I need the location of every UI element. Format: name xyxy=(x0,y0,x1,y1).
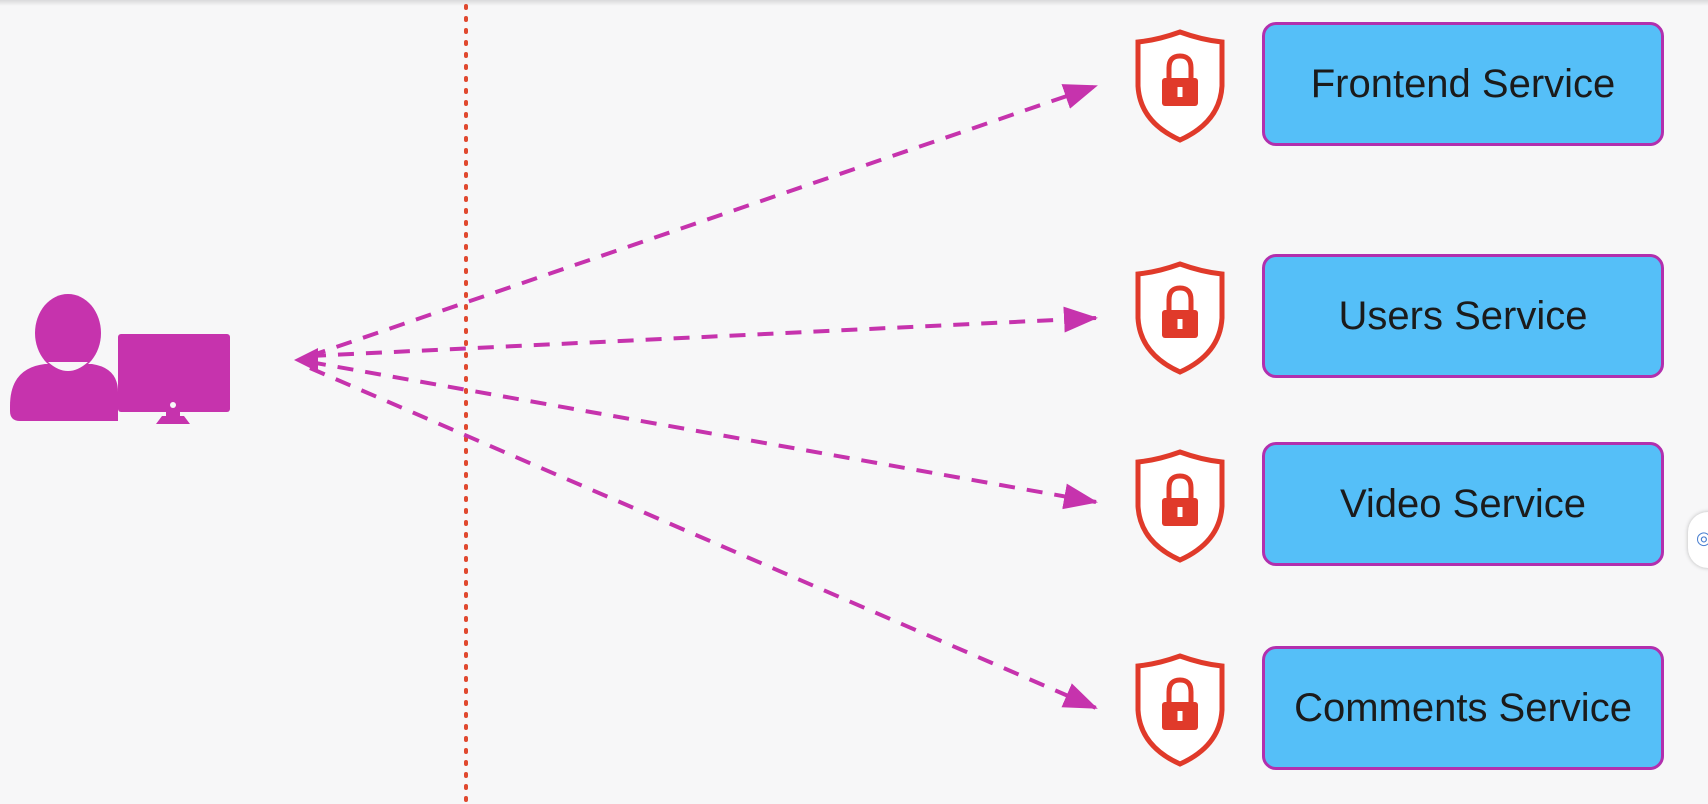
monitor-icon xyxy=(118,334,230,424)
diagram-canvas: Frontend Service Users Service Video Ser… xyxy=(0,0,1708,804)
arrow-to-video-service xyxy=(309,360,1098,510)
arrow-to-comments-service xyxy=(309,366,1098,710)
shield-lock-icon xyxy=(1135,29,1225,143)
widget-icon: ◎ xyxy=(1696,528,1708,549)
comments-service-box[interactable]: Comments Service xyxy=(1262,646,1664,770)
users-service-box[interactable]: Users Service xyxy=(1262,254,1664,378)
user-icon xyxy=(10,294,118,421)
request-arrows xyxy=(309,84,1098,710)
arrow-origin-head xyxy=(294,348,318,372)
shield-lock-icon xyxy=(1135,653,1225,767)
shield-lock-icon xyxy=(1135,261,1225,375)
user-with-monitor-icon xyxy=(10,294,230,424)
floating-widget-button[interactable]: ◎ xyxy=(1688,512,1708,568)
service-label: Video Service xyxy=(1339,481,1587,526)
video-service-box[interactable]: Video Service xyxy=(1262,442,1664,566)
frontend-service-box[interactable]: Frontend Service xyxy=(1262,22,1664,146)
arrow-to-users-service xyxy=(309,306,1098,358)
arrow-to-frontend-service xyxy=(309,84,1098,358)
service-label: Comments Service xyxy=(1294,685,1632,730)
service-label: Users Service xyxy=(1338,293,1588,338)
service-label: Frontend Service xyxy=(1310,61,1616,106)
shield-lock-icon xyxy=(1135,449,1225,563)
